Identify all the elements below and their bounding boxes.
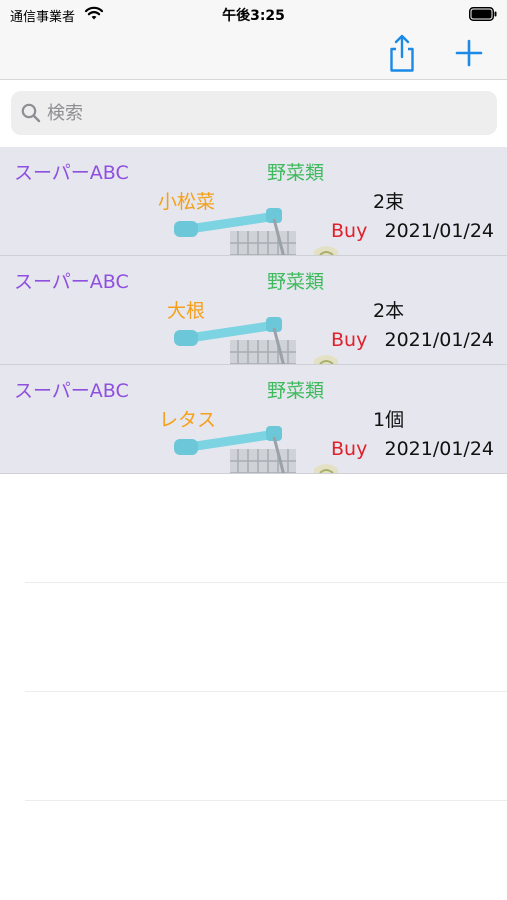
status-time: 午後3:25	[222, 8, 285, 24]
empty-row-separator	[25, 691, 507, 692]
date-label: 2021/01/24	[384, 329, 494, 351]
quantity-label: 2束	[373, 191, 405, 213]
add-button[interactable]	[452, 36, 486, 70]
category-label: 野菜類	[267, 380, 325, 402]
buy-status: Buy	[331, 438, 368, 460]
search-field[interactable]	[11, 91, 497, 135]
date-label: 2021/01/24	[384, 220, 494, 242]
category-label: 野菜類	[267, 162, 325, 184]
search-bar	[0, 80, 507, 146]
item-name: 大根	[167, 300, 206, 322]
list-item[interactable]: スーパーABC 野菜類 大根 2本 Buy 2021/01/24	[0, 256, 507, 365]
item-name: レタス	[159, 409, 217, 431]
store-label: スーパーABC	[14, 380, 129, 402]
quantity-label: 2本	[373, 300, 405, 322]
search-icon	[21, 103, 41, 123]
empty-row-separator	[25, 582, 507, 583]
list-item[interactable]: スーパーABC 野菜類 小松菜 2束 Buy 2021/01/24	[0, 147, 507, 256]
date-label: 2021/01/24	[384, 438, 494, 460]
shopping-list: スーパーABC 野菜類 小松菜 2束 Buy 2021/01/24 スーパーAB…	[0, 147, 507, 474]
buy-status: Buy	[331, 220, 368, 242]
battery-icon	[469, 7, 497, 21]
store-label: スーパーABC	[14, 162, 129, 184]
quantity-label: 1個	[373, 409, 405, 431]
navigation-bar	[0, 30, 507, 80]
share-icon[interactable]	[383, 34, 421, 74]
search-input[interactable]	[47, 91, 487, 135]
category-label: 野菜類	[267, 271, 325, 293]
store-label: スーパーABC	[14, 271, 129, 293]
buy-status: Buy	[331, 329, 368, 351]
status-bar: 通信事業者 午後3:25	[0, 0, 507, 30]
list-item[interactable]: スーパーABC 野菜類 レタス 1個 Buy 2021/01/24	[0, 365, 507, 474]
empty-row-separator	[25, 800, 507, 801]
item-name: 小松菜	[158, 191, 216, 213]
